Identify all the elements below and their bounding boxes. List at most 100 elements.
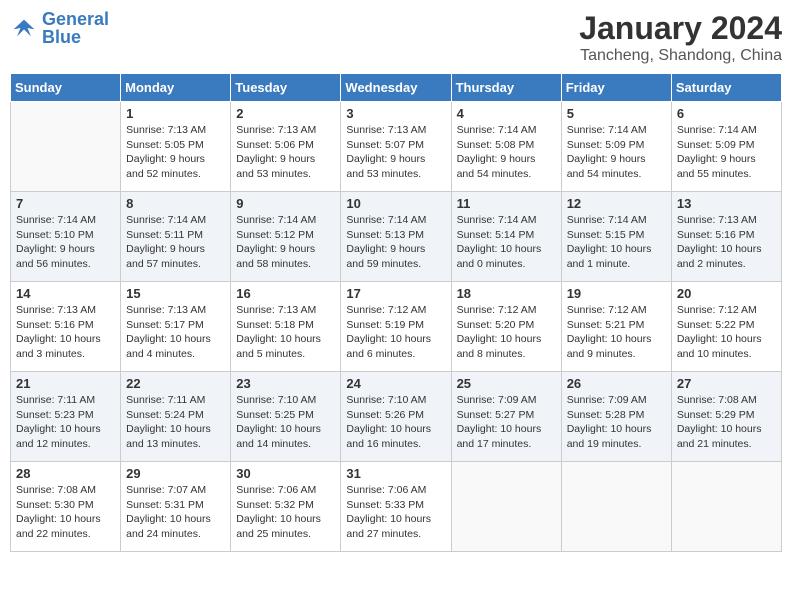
day-number: 29 (126, 466, 225, 481)
calendar-cell: 2 Sunrise: 7:13 AMSunset: 5:06 PMDaylight… (231, 102, 341, 192)
week-row-4: 21 Sunrise: 7:11 AMSunset: 5:23 PMDayligh… (11, 372, 782, 462)
weekday-header-tuesday: Tuesday (231, 74, 341, 102)
calendar-cell: 24 Sunrise: 7:10 AMSunset: 5:26 PMDayligh… (341, 372, 451, 462)
day-info: Sunrise: 7:13 AMSunset: 5:05 PMDaylight:… (126, 123, 225, 182)
week-row-5: 28 Sunrise: 7:08 AMSunset: 5:30 PMDayligh… (11, 462, 782, 552)
title-block: January 2024 Tancheng, Shandong, China (579, 10, 782, 65)
day-info: Sunrise: 7:14 AMSunset: 5:09 PMDaylight:… (677, 123, 776, 182)
day-number: 13 (677, 196, 776, 211)
day-number: 1 (126, 106, 225, 121)
day-number: 5 (567, 106, 666, 121)
calendar-cell: 15Sunrise: 7:13 AMSunset: 5:17 PMDayligh… (121, 282, 231, 372)
day-number: 25 (457, 376, 556, 391)
day-info: Sunrise: 7:10 AMSunset: 5:25 PMDaylight:… (236, 393, 335, 452)
calendar-cell: 16Sunrise: 7:13 AMSunset: 5:18 PMDayligh… (231, 282, 341, 372)
calendar-cell: 22 Sunrise: 7:11 AMSunset: 5:24 PMDayligh… (121, 372, 231, 462)
day-info: Sunrise: 7:14 AMSunset: 5:12 PMDaylight:… (236, 213, 335, 272)
calendar-cell: 28 Sunrise: 7:08 AMSunset: 5:30 PMDayligh… (11, 462, 121, 552)
day-info: Sunrise: 7:09 AMSunset: 5:28 PMDaylight:… (567, 393, 666, 452)
calendar-cell: 31Sunrise: 7:06 AMSunset: 5:33 PMDayligh… (341, 462, 451, 552)
day-number: 7 (16, 196, 115, 211)
logo-general: General (42, 9, 109, 29)
calendar-table: SundayMondayTuesdayWednesdayThursdayFrid… (10, 73, 782, 552)
day-number: 12 (567, 196, 666, 211)
weekday-header-saturday: Saturday (671, 74, 781, 102)
calendar-cell: 10 Sunrise: 7:14 AMSunset: 5:13 PMDayligh… (341, 192, 451, 282)
day-number: 11 (457, 196, 556, 211)
week-row-1: 1 Sunrise: 7:13 AMSunset: 5:05 PMDaylight… (11, 102, 782, 192)
day-number: 26 (567, 376, 666, 391)
weekday-header-friday: Friday (561, 74, 671, 102)
day-number: 14 (16, 286, 115, 301)
calendar-cell: 12 Sunrise: 7:14 AMSunset: 5:15 PMDayligh… (561, 192, 671, 282)
calendar-cell: 1 Sunrise: 7:13 AMSunset: 5:05 PMDaylight… (121, 102, 231, 192)
calendar-cell: 19Sunrise: 7:12 AMSunset: 5:21 PMDayligh… (561, 282, 671, 372)
day-info: Sunrise: 7:13 AMSunset: 5:16 PMDaylight:… (16, 303, 115, 362)
calendar-cell: 20 Sunrise: 7:12 AMSunset: 5:22 PMDayligh… (671, 282, 781, 372)
day-number: 27 (677, 376, 776, 391)
calendar-cell: 6 Sunrise: 7:14 AMSunset: 5:09 PMDaylight… (671, 102, 781, 192)
weekday-header-thursday: Thursday (451, 74, 561, 102)
day-info: Sunrise: 7:13 AMSunset: 5:07 PMDaylight:… (346, 123, 445, 182)
day-info: Sunrise: 7:07 AMSunset: 5:31 PMDaylight:… (126, 483, 225, 542)
calendar-cell: 7 Sunrise: 7:14 AMSunset: 5:10 PMDaylight… (11, 192, 121, 282)
day-number: 18 (457, 286, 556, 301)
day-number: 24 (346, 376, 445, 391)
day-info: Sunrise: 7:11 AMSunset: 5:23 PMDaylight:… (16, 393, 115, 452)
day-info: Sunrise: 7:09 AMSunset: 5:27 PMDaylight:… (457, 393, 556, 452)
day-number: 8 (126, 196, 225, 211)
day-number: 20 (677, 286, 776, 301)
calendar-cell: 17Sunrise: 7:12 AMSunset: 5:19 PMDayligh… (341, 282, 451, 372)
day-number: 28 (16, 466, 115, 481)
calendar-cell: 5 Sunrise: 7:14 AMSunset: 5:09 PMDaylight… (561, 102, 671, 192)
logo-blue: Blue (42, 27, 81, 47)
day-number: 16 (236, 286, 335, 301)
day-info: Sunrise: 7:14 AMSunset: 5:13 PMDaylight:… (346, 213, 445, 272)
day-number: 4 (457, 106, 556, 121)
day-info: Sunrise: 7:13 AMSunset: 5:16 PMDaylight:… (677, 213, 776, 272)
calendar-cell (11, 102, 121, 192)
day-number: 30 (236, 466, 335, 481)
day-info: Sunrise: 7:08 AMSunset: 5:29 PMDaylight:… (677, 393, 776, 452)
day-info: Sunrise: 7:13 AMSunset: 5:06 PMDaylight:… (236, 123, 335, 182)
day-number: 3 (346, 106, 445, 121)
day-info: Sunrise: 7:14 AMSunset: 5:11 PMDaylight:… (126, 213, 225, 272)
calendar-title: January 2024 (579, 10, 782, 47)
day-info: Sunrise: 7:10 AMSunset: 5:26 PMDaylight:… (346, 393, 445, 452)
day-number: 21 (16, 376, 115, 391)
day-info: Sunrise: 7:14 AMSunset: 5:09 PMDaylight:… (567, 123, 666, 182)
header: General Blue January 2024 Tancheng, Shan… (10, 10, 782, 65)
calendar-cell (561, 462, 671, 552)
day-number: 19 (567, 286, 666, 301)
day-info: Sunrise: 7:12 AMSunset: 5:20 PMDaylight:… (457, 303, 556, 362)
day-number: 10 (346, 196, 445, 211)
day-number: 17 (346, 286, 445, 301)
day-number: 6 (677, 106, 776, 121)
calendar-subtitle: Tancheng, Shandong, China (579, 47, 782, 65)
calendar-cell: 29 Sunrise: 7:07 AMSunset: 5:31 PMDayligh… (121, 462, 231, 552)
calendar-cell (671, 462, 781, 552)
calendar-cell: 25 Sunrise: 7:09 AMSunset: 5:27 PMDayligh… (451, 372, 561, 462)
logo-text: General Blue (42, 10, 109, 46)
day-info: Sunrise: 7:14 AMSunset: 5:15 PMDaylight:… (567, 213, 666, 272)
day-info: Sunrise: 7:08 AMSunset: 5:30 PMDaylight:… (16, 483, 115, 542)
day-info: Sunrise: 7:12 AMSunset: 5:22 PMDaylight:… (677, 303, 776, 362)
calendar-cell: 3 Sunrise: 7:13 AMSunset: 5:07 PMDaylight… (341, 102, 451, 192)
calendar-cell: 4Sunrise: 7:14 AMSunset: 5:08 PMDaylight… (451, 102, 561, 192)
day-info: Sunrise: 7:13 AMSunset: 5:17 PMDaylight:… (126, 303, 225, 362)
week-row-3: 14 Sunrise: 7:13 AMSunset: 5:16 PMDayligh… (11, 282, 782, 372)
day-info: Sunrise: 7:06 AMSunset: 5:32 PMDaylight:… (236, 483, 335, 542)
day-info: Sunrise: 7:14 AMSunset: 5:10 PMDaylight:… (16, 213, 115, 272)
calendar-cell: 8 Sunrise: 7:14 AMSunset: 5:11 PMDaylight… (121, 192, 231, 282)
day-number: 2 (236, 106, 335, 121)
weekday-header-row: SundayMondayTuesdayWednesdayThursdayFrid… (11, 74, 782, 102)
logo: General Blue (10, 10, 109, 46)
day-number: 22 (126, 376, 225, 391)
day-number: 23 (236, 376, 335, 391)
calendar-cell: 18 Sunrise: 7:12 AMSunset: 5:20 PMDayligh… (451, 282, 561, 372)
calendar-cell (451, 462, 561, 552)
logo-icon (10, 14, 38, 42)
week-row-2: 7 Sunrise: 7:14 AMSunset: 5:10 PMDaylight… (11, 192, 782, 282)
calendar-cell: 30 Sunrise: 7:06 AMSunset: 5:32 PMDayligh… (231, 462, 341, 552)
day-info: Sunrise: 7:11 AMSunset: 5:24 PMDaylight:… (126, 393, 225, 452)
